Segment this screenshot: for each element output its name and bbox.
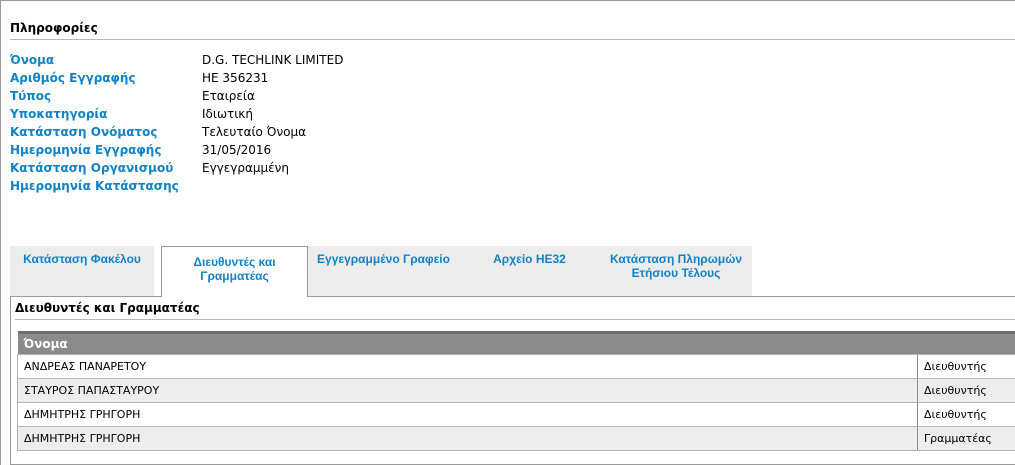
person-name: ΣΤΑΥΡΟΣ ΠΑΠΑΣΤΑΥΡΟΥ xyxy=(17,378,918,403)
info-row-organisation-status: Κατάσταση Οργανισμού Εγγεγραμμένη xyxy=(10,159,343,177)
directors-table: Όνομα ΑΝΔΡΕΑΣ ΠΑΝΑΡΕΤΟΥ Διευθυντής ΣΤΑΥΡ… xyxy=(17,331,1015,451)
info-row-name: Όνομα D.G. TECHLINK LIMITED xyxy=(10,51,343,69)
directors-panel: Διευθυντές και Γραμματέας Όνομα ΑΝΔΡΕΑΣ … xyxy=(10,296,1015,465)
info-label: Ημερομηνία Εγγραφής xyxy=(10,143,162,157)
tab-file-status[interactable]: Κατάσταση Φακέλου xyxy=(10,246,154,296)
info-row-registration-date: Ημερομηνία Εγγραφής 31/05/2016 xyxy=(10,141,343,159)
info-label: Υποκατηγορία xyxy=(10,107,108,121)
table-row: ΔΗΜΗΤΡΗΣ ΓΡΗΓΟΡΗ Διευθυντής xyxy=(17,402,1015,427)
tab-registered-office[interactable]: Εγγεγραμμένο Γραφείο xyxy=(308,246,459,296)
info-value: D.G. TECHLINK LIMITED xyxy=(202,53,344,67)
info-label: Όνομα xyxy=(10,53,55,67)
table-row: ΣΤΑΥΡΟΣ ΠΑΠΑΣΤΑΥΡΟΥ Διευθυντής xyxy=(17,378,1015,403)
person-role: Διευθυντής xyxy=(917,402,1015,427)
info-label: Αριθμός Εγγραφής xyxy=(10,71,136,85)
info-value: HE 356231 xyxy=(202,71,269,85)
info-value: Ιδιωτική xyxy=(202,107,253,121)
person-name: ΔΗΜΗΤΡΗΣ ΓΡΗΓΟΡΗ xyxy=(17,426,918,451)
info-row-subcategory: Υποκατηγορία Ιδιωτική xyxy=(10,105,343,123)
person-name: ΔΗΜΗΤΡΗΣ ΓΡΗΓΟΡΗ xyxy=(17,402,918,427)
person-role: Διευθυντής xyxy=(917,354,1015,379)
person-role: Γραμματέας xyxy=(917,426,1015,451)
info-label: Ημερομηνία Κατάστασης xyxy=(10,179,179,193)
info-value: Εγγεγραμμένη xyxy=(202,161,289,175)
top-divider xyxy=(0,0,1015,1)
info-value: 31/05/2016 xyxy=(202,143,272,157)
info-row-registration-number: Αριθμός Εγγραφής HE 356231 xyxy=(10,69,343,87)
info-row-type: Τύπος Εταιρεία xyxy=(10,87,343,105)
info-row-status-date: Ημερομηνία Κατάστασης xyxy=(10,177,343,195)
tab-he32-archive[interactable]: Αρχείο ΗΕ32 xyxy=(459,246,600,296)
info-table: Όνομα D.G. TECHLINK LIMITED Αριθμός Εγγρ… xyxy=(10,51,343,195)
info-label: Κατάσταση Οργανισμού xyxy=(10,161,174,175)
info-label: Τύπος xyxy=(10,89,52,103)
info-value: Τελευταίο Όνομα xyxy=(202,125,307,139)
panel-title: Διευθυντές και Γραμματέας xyxy=(15,301,1015,320)
table-header-row: Όνομα xyxy=(17,331,1015,355)
info-label: Κατάσταση Ονόματος xyxy=(10,125,158,139)
table-row: ΔΗΜΗΤΡΗΣ ΓΡΗΓΟΡΗ Γραμματέας xyxy=(17,426,1015,451)
person-role: Διευθυντής xyxy=(917,378,1015,403)
table-row: ΑΝΔΡΕΑΣ ΠΑΝΑΡΕΤΟΥ Διευθυντής xyxy=(17,354,1015,379)
tab-directors-secretary[interactable]: Διευθυντές και Γραμματέας xyxy=(161,246,308,297)
info-value: Εταιρεία xyxy=(202,89,255,103)
info-section-title: Πληροφορίες xyxy=(10,21,1015,40)
person-name: ΑΝΔΡΕΑΣ ΠΑΝΑΡΕΤΟΥ xyxy=(17,354,918,379)
tab-annual-fee-payments[interactable]: Κατάσταση Πληρωμών Ετήσιου Τέλους xyxy=(600,246,752,296)
info-row-name-status: Κατάσταση Ονόματος Τελευταίο Όνομα xyxy=(10,123,343,141)
column-header-name: Όνομα xyxy=(17,331,1015,355)
